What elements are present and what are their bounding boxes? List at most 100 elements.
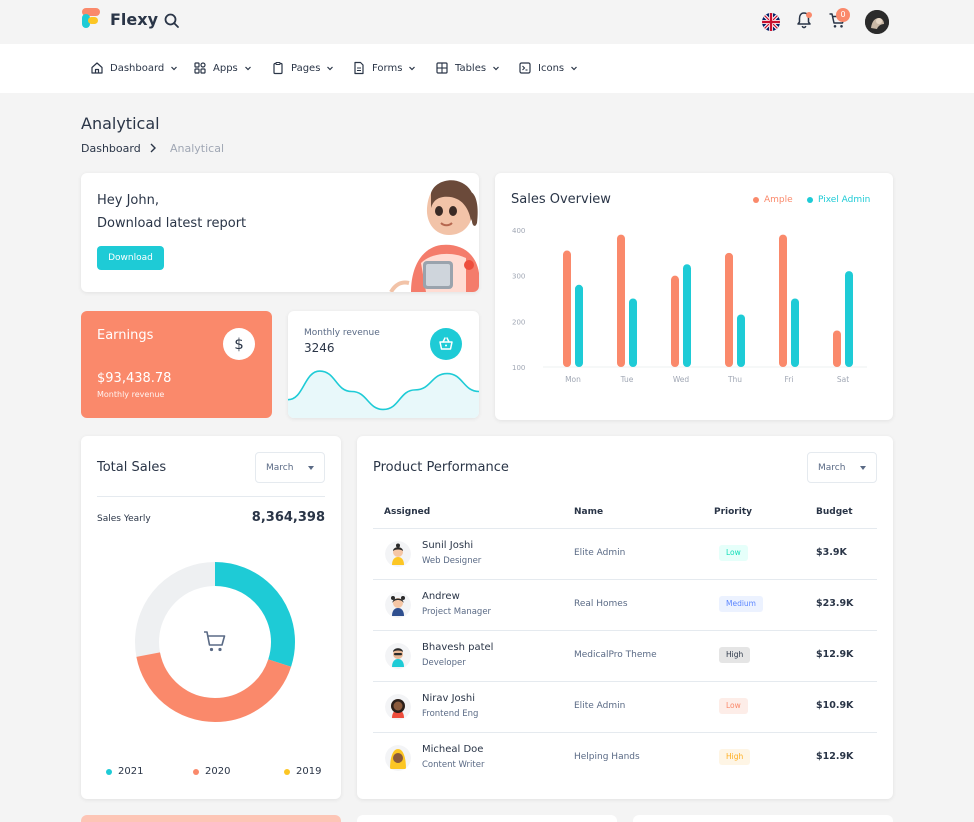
table-row[interactable]: Bhavesh patel Developer MedicalPro Theme… — [373, 630, 877, 681]
breadcrumb-dashboard[interactable]: Dashboard — [81, 142, 141, 155]
app-name: Flexy — [110, 9, 159, 29]
earnings-card: Earnings $ $93,438.78 Monthly revenue — [81, 311, 272, 418]
user-avatar[interactable] — [865, 10, 889, 34]
x-tick-label: Sat — [837, 375, 849, 384]
priority-badge: High — [719, 647, 751, 663]
row-budget: $10.9K — [816, 700, 854, 711]
nav-icons-label: Icons — [538, 62, 565, 74]
sales-donut-chart — [135, 562, 295, 722]
search-icon[interactable] — [163, 12, 181, 30]
legend-2020: 2020 — [193, 766, 230, 777]
uk-flag-icon[interactable] — [762, 13, 780, 31]
product-performance-month-select[interactable]: March — [807, 452, 877, 483]
cart-icon — [204, 631, 226, 652]
row-project: MedicalPro Theme — [574, 650, 657, 660]
table-row[interactable]: Micheal Doe Content Writer Helping Hands… — [373, 732, 877, 783]
nav-forms[interactable]: Forms — [352, 60, 416, 76]
priority-badge: Low — [719, 698, 748, 714]
row-person-role: Developer — [422, 658, 466, 668]
row-person-name: Sunil Joshi — [422, 540, 474, 551]
row-person-role: Web Designer — [422, 556, 482, 566]
table-row[interactable]: Nirav Joshi Frontend Eng Elite Admin Low… — [373, 681, 877, 732]
area-fill — [288, 371, 479, 418]
avatar — [385, 541, 411, 567]
home-icon — [91, 62, 103, 74]
col-assigned: Assigned — [384, 507, 431, 517]
table-icon — [436, 62, 448, 74]
row-person-name: Micheal Doe — [422, 744, 484, 755]
row-person-name: Bhavesh patel — [422, 642, 494, 653]
avatar — [385, 745, 411, 771]
chevron-down-icon — [409, 66, 416, 71]
legend-2020-label: 2020 — [205, 766, 231, 777]
row-project: Elite Admin — [574, 548, 626, 558]
bar-pixel-admin — [737, 314, 745, 367]
dollar-icon: $ — [223, 328, 255, 360]
total-sales-month-value: March — [266, 462, 294, 473]
nav-dashboard-label: Dashboard — [110, 62, 165, 74]
logo[interactable]: Flexy — [82, 8, 158, 30]
col-name: Name — [574, 507, 604, 517]
welcome-card: Hey John, Download latest report Downloa… — [81, 173, 479, 292]
total-sales-card: Total Sales March Sales Yearly 8,364,398… — [81, 436, 341, 799]
monthly-revenue-chart — [288, 370, 479, 418]
row-project: Real Homes — [574, 599, 628, 609]
bar-pixel-admin — [575, 284, 583, 367]
table-row[interactable]: Andrew Project Manager Real Homes Medium… — [373, 579, 877, 630]
nav-forms-label: Forms — [372, 62, 403, 74]
bar-ample — [833, 330, 841, 367]
y-tick-label: 300 — [512, 273, 525, 281]
welcome-illustration — [389, 180, 479, 292]
main-nav: Dashboard Apps Pages Forms Tables Icons — [0, 44, 974, 93]
cart-icon-body — [204, 631, 226, 646]
avatar — [385, 694, 411, 720]
basket-icon — [430, 328, 462, 360]
legend-2021: 2021 — [106, 766, 143, 777]
total-sales-month-select[interactable]: March — [255, 452, 325, 483]
bar-pixel-admin — [791, 298, 799, 367]
legend-2019: 2019 — [284, 766, 321, 777]
product-performance-month-value: March — [818, 462, 846, 473]
table-row[interactable]: Sunil Joshi Web Designer Elite Admin Low… — [373, 528, 877, 579]
basket-icon-glyph — [439, 337, 453, 350]
row-budget: $12.9K — [816, 751, 854, 762]
legend-2021-dot — [106, 768, 112, 775]
priority-badge: High — [719, 749, 751, 765]
welcome-message: Download latest report — [97, 216, 247, 231]
bar-pixel-admin — [845, 271, 853, 367]
breadcrumb-current: Analytical — [170, 142, 225, 155]
card-partial — [633, 815, 893, 822]
download-button[interactable]: Download — [97, 246, 164, 270]
avatar — [385, 643, 411, 669]
apps-icon — [194, 62, 206, 74]
monthly-revenue-card: Monthly revenue 3246 — [288, 311, 479, 418]
terminal-icon — [519, 62, 531, 74]
sales-bar-chart: 400 300 200 100 Mon Tue Wed Thu Fri Sat — [512, 227, 867, 384]
nav-pages[interactable]: Pages — [271, 60, 334, 76]
bar-ample — [671, 275, 679, 367]
priority-badge: Low — [719, 545, 748, 561]
earnings-amount: $93,438.78 — [97, 371, 172, 386]
logo-icon — [82, 8, 100, 28]
nav-apps[interactable]: Apps — [193, 60, 252, 76]
col-priority: Priority — [714, 507, 752, 517]
x-tick-label: Wed — [673, 375, 690, 384]
nav-dashboard[interactable]: Dashboard — [90, 60, 178, 76]
chevron-down-icon — [493, 66, 500, 71]
row-person-name: Andrew — [422, 591, 460, 602]
chevron-down-icon — [171, 66, 178, 71]
nav-icons[interactable]: Icons — [518, 60, 578, 76]
top-bar: Flexy 0 — [0, 0, 974, 44]
product-performance-card: Product Performance March Assigned Name … — [357, 436, 893, 799]
row-budget: $23.9K — [816, 598, 854, 609]
user-avatar-image — [865, 10, 889, 34]
col-budget: Budget — [816, 507, 853, 517]
earnings-title: Earnings — [97, 328, 154, 343]
row-budget: $3.9K — [816, 547, 847, 558]
row-person-role: Frontend Eng — [422, 709, 479, 719]
nav-tables[interactable]: Tables — [435, 60, 500, 76]
chevron-down-icon — [244, 66, 251, 71]
row-project: Elite Admin — [574, 701, 626, 711]
cart-icon-wheel — [209, 647, 214, 652]
nav-pages-label: Pages — [291, 62, 321, 74]
